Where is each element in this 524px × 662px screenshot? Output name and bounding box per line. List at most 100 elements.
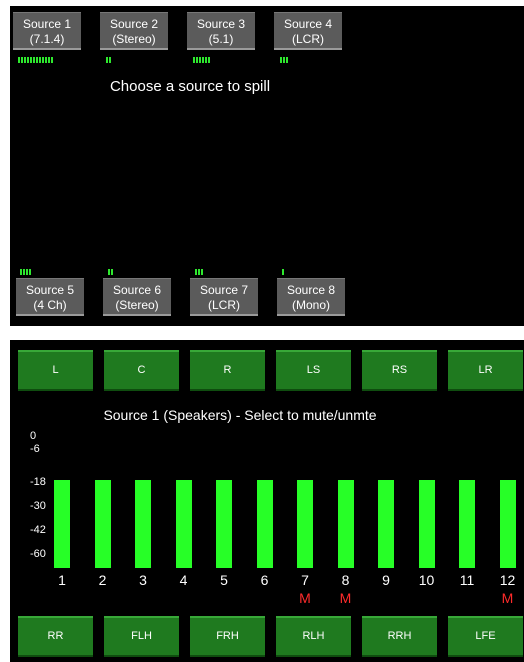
source-7-button[interactable]: Source 7 (LCR) <box>190 278 258 316</box>
scale-label: -42 <box>30 524 46 536</box>
source-2-button[interactable]: Source 2 (Stereo) <box>100 12 168 50</box>
source-4-button[interactable]: Source 4 (LCR) <box>274 12 342 50</box>
channel-3-level-bar[interactable] <box>135 480 151 568</box>
meter-segment <box>280 57 282 63</box>
meter-segment <box>26 269 28 275</box>
speaker-mute-panel: L C R LS RS LR Source 1 (Speakers) - Sel… <box>10 340 524 662</box>
speaker-caption: Source 1 (Speakers) - Select to mute/unm… <box>103 407 377 423</box>
channel-button-rlh[interactable]: RLH <box>276 616 351 657</box>
source-6-button[interactable]: Source 6 (Stereo) <box>103 278 171 316</box>
source-format: (LCR) <box>208 298 240 312</box>
scale-label: -18 <box>30 476 46 488</box>
channel-button-rrh[interactable]: RRH <box>362 616 437 657</box>
meter-segment <box>196 57 198 63</box>
source-format: (4 Ch) <box>33 298 67 312</box>
meter-segment <box>48 57 50 63</box>
channel-8-level-bar[interactable] <box>337 480 354 568</box>
channel-number: 5 <box>220 572 228 588</box>
channel-number: 11 <box>459 572 475 588</box>
channel-2-level-bar[interactable] <box>94 480 111 568</box>
source-format: (Stereo) <box>112 32 156 46</box>
channel-button-frh[interactable]: FRH <box>190 616 265 657</box>
meter-segment <box>108 269 110 275</box>
channel-12-level-bar[interactable] <box>499 480 516 568</box>
source-format: (LCR) <box>292 32 324 46</box>
source-3-button[interactable]: Source 3 (5.1) <box>187 12 255 50</box>
meter-segment <box>193 57 195 63</box>
channel-button-rr[interactable]: RR <box>18 616 93 657</box>
meter-segment <box>198 269 200 275</box>
source-select-panel: Source 1 (7.1.4) Source 2 (Stereo) Sourc… <box>10 6 524 326</box>
channel-button-flh[interactable]: FLH <box>104 616 179 657</box>
meter-segment <box>24 57 26 63</box>
channel-6-level-bar[interactable] <box>256 480 273 568</box>
channel-number: 2 <box>98 572 107 588</box>
source-name: Source 2 <box>109 17 159 31</box>
meter-segment <box>199 57 201 63</box>
source-format: (5.1) <box>208 32 234 46</box>
meter-segment <box>21 57 23 63</box>
source-format: (Stereo) <box>115 298 159 312</box>
mute-indicator: M <box>299 590 311 606</box>
channel-11-level-bar[interactable] <box>459 480 475 568</box>
channel-button-l[interactable]: L <box>18 350 93 391</box>
channel-button-ls[interactable]: LS <box>276 350 351 391</box>
source-name: Source 4 <box>283 17 333 31</box>
channel-number: 9 <box>382 572 390 588</box>
source-name: Source 7 <box>199 283 249 297</box>
source-2-level-meter <box>106 57 111 63</box>
source-3-level-meter <box>193 57 210 63</box>
channel-button-rs[interactable]: RS <box>362 350 437 391</box>
source-4-level-meter <box>280 57 288 63</box>
channel-button-r[interactable]: R <box>190 350 265 391</box>
meter-segment <box>30 57 32 63</box>
channel-7-level-bar[interactable] <box>297 480 313 568</box>
meter-segment <box>201 269 203 275</box>
source-8-level-meter <box>282 269 284 275</box>
channel-number: 4 <box>179 572 188 588</box>
channel-9-level-bar[interactable] <box>378 480 394 568</box>
source-name: Source 8 <box>286 283 336 297</box>
meter-segment <box>42 57 44 63</box>
spill-prompt: Choose a source to spill <box>109 78 271 95</box>
meter-segment <box>286 57 288 63</box>
meter-segment <box>18 57 20 63</box>
source-format: (Mono) <box>291 298 330 312</box>
channel-4-level-bar[interactable] <box>175 480 192 568</box>
source-format: (7.1.4) <box>29 32 65 46</box>
source-8-button[interactable]: Source 8 (Mono) <box>277 278 345 316</box>
channel-number: 7 <box>301 572 309 588</box>
meter-segment <box>195 269 197 275</box>
source-1-button[interactable]: Source 1 (7.1.4) <box>13 12 81 50</box>
meter-segment <box>23 269 25 275</box>
channel-number: 10 <box>418 572 435 588</box>
meter-segment <box>208 57 210 63</box>
meter-segment <box>20 269 22 275</box>
meter-segment <box>282 269 284 275</box>
channel-5-level-bar[interactable] <box>216 480 232 568</box>
meter-segment <box>36 57 38 63</box>
channel-number: 1 <box>58 572 66 588</box>
mute-indicator: M <box>501 590 514 606</box>
channel-10-level-bar[interactable] <box>418 480 435 568</box>
source-name: Source 6 <box>112 283 162 297</box>
meter-segment <box>27 57 29 63</box>
meter-segment <box>39 57 41 63</box>
channel-button-lfe[interactable]: LFE <box>448 616 523 657</box>
scale-label: -6 <box>30 443 40 455</box>
meter-segment <box>45 57 47 63</box>
channel-button-lr[interactable]: LR <box>448 350 523 391</box>
channel-button-c[interactable]: C <box>104 350 179 391</box>
meter-segment <box>51 57 53 63</box>
meter-segment <box>111 269 113 275</box>
meter-segment <box>106 57 108 63</box>
channel-number: 3 <box>139 572 147 588</box>
mute-indicator: M <box>339 590 352 606</box>
source-name: Source 5 <box>25 283 75 297</box>
channel-1-level-bar[interactable] <box>54 480 70 568</box>
source-5-button[interactable]: Source 5 (4 Ch) <box>16 278 84 316</box>
meter-segment <box>33 57 35 63</box>
scale-label: -60 <box>30 548 46 560</box>
source-name: Source 1 <box>22 17 72 31</box>
meter-segment <box>109 57 111 63</box>
